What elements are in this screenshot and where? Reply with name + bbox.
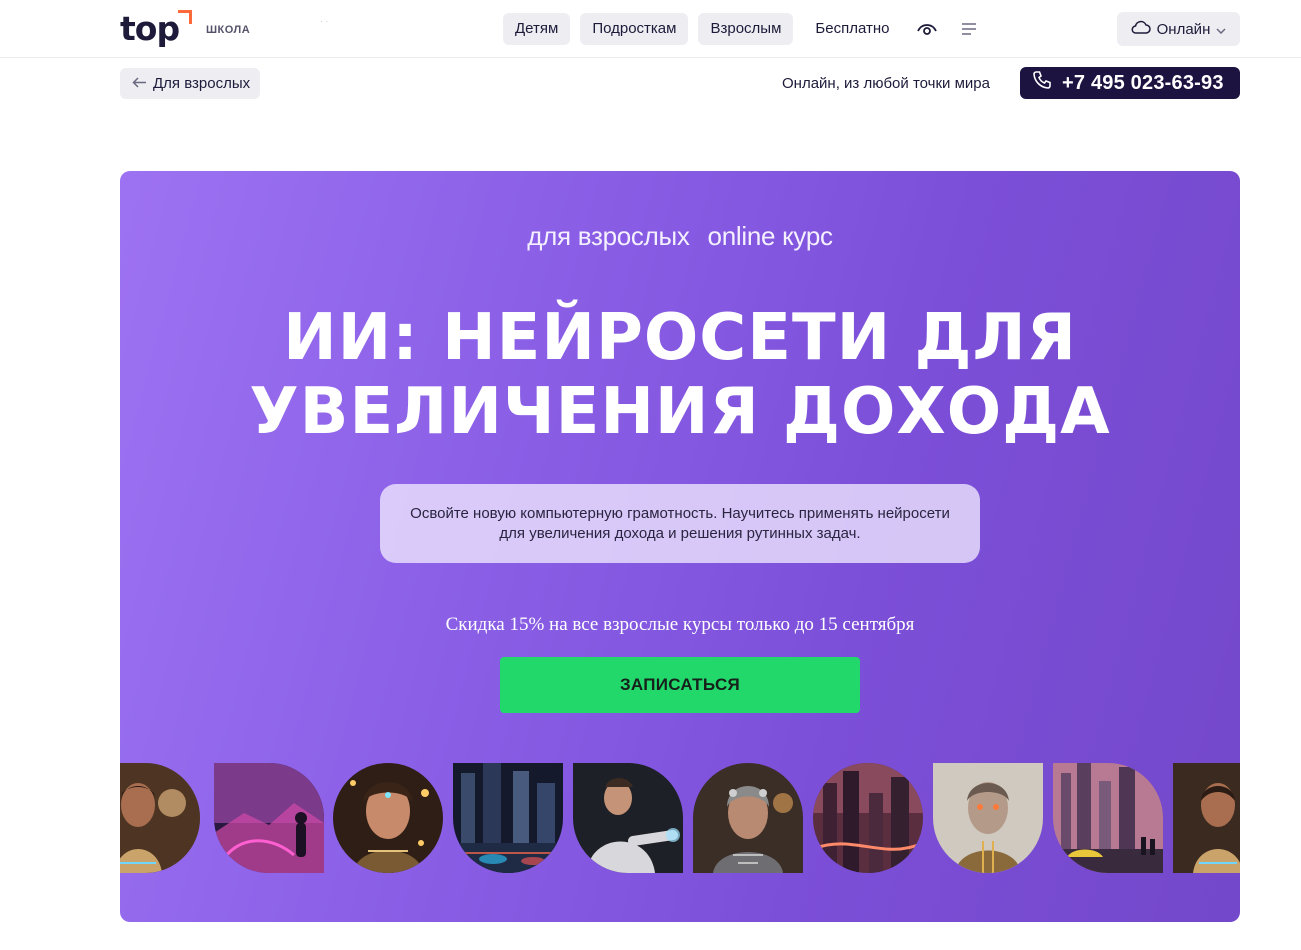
nav-item-adults[interactable]: Взрослым [698, 13, 794, 45]
eye-icon[interactable] [911, 13, 943, 45]
logo-subtitle: ШКОЛА [206, 24, 251, 36]
audience-tag: для взрослых [527, 221, 690, 251]
nav-item-free[interactable]: Бесплатно [803, 13, 901, 45]
format-select-value: Онлайн [1156, 20, 1211, 38]
logo[interactable]: top [120, 9, 192, 48]
image-gallery-strip [120, 763, 1240, 873]
hero-title-line1: ИИ: НЕЙРОСЕТИ ДЛЯ [283, 301, 1077, 375]
hero-title-line2: УВЕЛИЧЕНИЯ ДОХОДА [249, 375, 1111, 449]
neon-city-figure-image [214, 763, 324, 873]
hero-title: ИИ: НЕЙРОСЕТИ ДЛЯ УВЕЛИЧЕНИЯ ДОХОДА [120, 301, 1240, 449]
hero-description: Освойте новую компьютерную грамотность. … [380, 484, 980, 563]
promo-text: Скидка 15% на все взрослые курсы только … [445, 614, 915, 635]
ai-woman-portrait-image [1173, 763, 1240, 873]
format-select[interactable]: Онлайн [1117, 12, 1240, 46]
format-tag: online курс [707, 221, 833, 251]
cloud-icon [1131, 20, 1151, 38]
chevron-down-icon [1216, 21, 1226, 38]
site-header: top ШКОЛА · · Детям Подросткам Взрослым … [0, 0, 1301, 58]
hero-tags: для взрослых online курс [120, 221, 1240, 252]
decorative-dots: · · [320, 16, 329, 26]
main-nav: Детям Подросткам Взрослым Бесплатно [503, 13, 985, 45]
arrow-left-icon [132, 75, 147, 92]
nav-item-kids[interactable]: Детям [503, 13, 571, 45]
cyborg-woman-face-image [333, 763, 443, 873]
nav-item-teens[interactable]: Подросткам [580, 13, 689, 45]
hero-banner: для взрослых online курс ИИ: НЕЙРОСЕТИ ДЛ… [120, 171, 1240, 922]
back-button-label: Для взрослых [153, 75, 251, 92]
robot-woman-image [693, 763, 803, 873]
logo-corner-mark [178, 10, 192, 24]
phone-button[interactable]: +7 495 023-63-93 [1020, 67, 1240, 99]
night-city-street-image [453, 763, 563, 873]
logo-text: top [120, 9, 180, 48]
location-text: Онлайн, из любой точки мира [782, 75, 990, 92]
android-portrait-image [933, 763, 1043, 873]
city-car-image [1053, 763, 1163, 873]
menu-icon[interactable] [953, 13, 985, 45]
enroll-button[interactable]: ЗАПИСАТЬСЯ [500, 657, 860, 713]
phone-icon [1032, 70, 1052, 96]
ai-woman-portrait-image [120, 763, 200, 873]
back-button[interactable]: Для взрослых [120, 68, 261, 99]
man-gesture-hologram-image [573, 763, 683, 873]
phone-number: +7 495 023-63-93 [1062, 71, 1224, 94]
futuristic-skyline-image [813, 763, 923, 873]
